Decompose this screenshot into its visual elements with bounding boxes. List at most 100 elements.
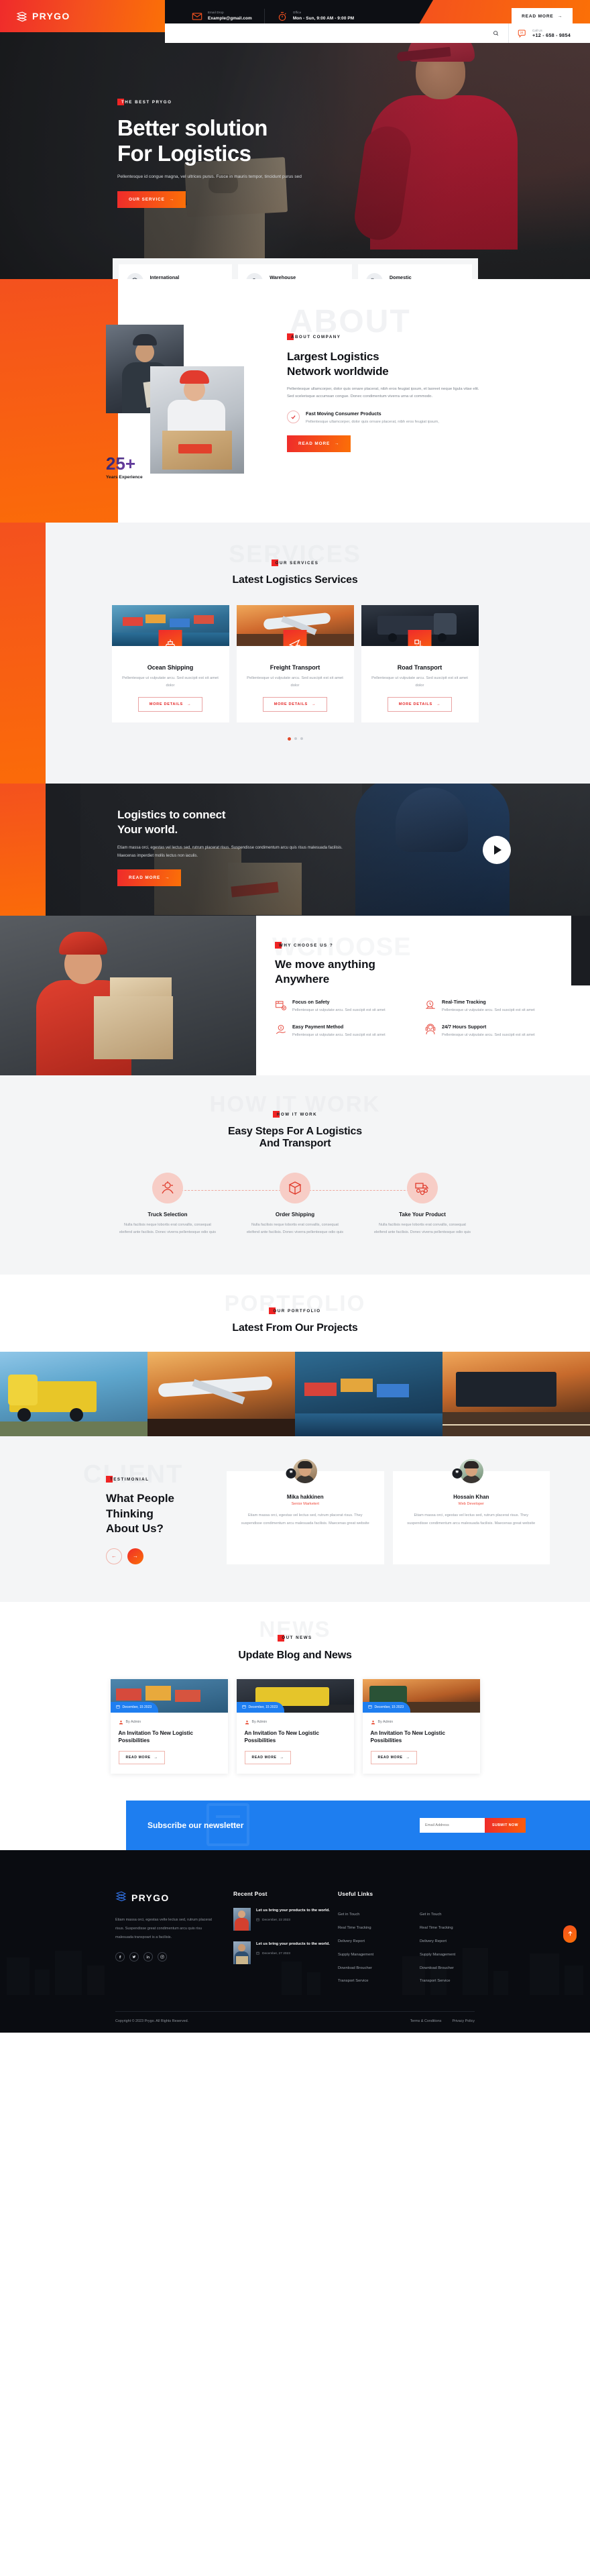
about-feature: Fast Moving Consumer Products Pellentesq… bbox=[287, 411, 550, 426]
footer-post-date: December, 22 2023 bbox=[256, 1918, 330, 1923]
portfolio-item-cargo-plane[interactable] bbox=[148, 1352, 295, 1437]
footer-link[interactable]: Transport Service bbox=[420, 1975, 501, 1988]
newsletter-email-input[interactable] bbox=[419, 1818, 485, 1833]
footer-link[interactable]: Real Time Tracking bbox=[338, 1922, 420, 1935]
newsletter-submit-button[interactable]: SUBMIT NOW bbox=[484, 1818, 526, 1833]
carousel-dot[interactable] bbox=[294, 737, 297, 740]
why-title: We move anything Anywhere bbox=[275, 957, 563, 987]
footer-link[interactable]: Delivery Report bbox=[420, 1935, 501, 1949]
blog-section: NEWS OUT NEWS Update Blog and News Decem… bbox=[0, 1601, 590, 1801]
play-button[interactable] bbox=[483, 836, 511, 864]
blog-card[interactable]: December, 15 2023 By Admin An Invitation… bbox=[362, 1678, 480, 1774]
site-logo[interactable]: PRYGO bbox=[0, 0, 165, 32]
hero-title-line-1: Better solution bbox=[117, 115, 268, 140]
service-more-details-button[interactable]: MORE DETAILS → bbox=[137, 697, 203, 712]
support-24-icon: 24 bbox=[518, 28, 528, 39]
testimonial-eyebrow: TESTIMONIAL bbox=[106, 1476, 149, 1483]
service-more-details-button[interactable]: MORE DETAILS → bbox=[387, 697, 453, 712]
service-title: Ocean Shipping bbox=[147, 664, 194, 671]
services-section: SERVICES OUR SERVICES Latest Logistics S… bbox=[0, 523, 590, 784]
why-item-text: Pellentesque ut vulputate arcu. Sed susc… bbox=[292, 1008, 386, 1013]
blog-read-more-button[interactable]: READ MORE → bbox=[370, 1751, 418, 1765]
testimonial-role: Web Developer bbox=[458, 1502, 484, 1507]
footer-post-item[interactable]: Let us bring your products to the world.… bbox=[233, 1908, 338, 1931]
footer-link[interactable]: Supply Management bbox=[338, 1949, 420, 1962]
carousel-dot-active[interactable] bbox=[287, 737, 291, 741]
footer-link[interactable]: Download Broucher bbox=[338, 1962, 420, 1976]
play-icon bbox=[494, 845, 501, 855]
service-card-freight[interactable]: Freight Transport Pellentesque ut vulput… bbox=[236, 605, 354, 722]
hero-our-service-button[interactable]: OUR SERVICE → bbox=[117, 191, 186, 209]
portfolio-item-yellow-truck[interactable] bbox=[0, 1352, 148, 1437]
step-title: Truck Selection bbox=[148, 1212, 188, 1218]
testimonial-title-line-3: About Us? bbox=[106, 1521, 164, 1535]
blog-read-more-button[interactable]: READ MORE → bbox=[244, 1751, 292, 1765]
search-icon[interactable] bbox=[493, 30, 499, 36]
blog-read-more-button[interactable]: READ MORE → bbox=[118, 1751, 166, 1765]
footer-terms-link[interactable]: Terms & Conditions bbox=[410, 2019, 442, 2023]
forklift-icon bbox=[408, 630, 432, 646]
portfolio-item-highway-truck[interactable] bbox=[442, 1352, 590, 1437]
hero-eyebrow: THE BEST PRYGO bbox=[117, 99, 172, 105]
blog-photo-yellow-truck: December, 15 2023 bbox=[236, 1678, 354, 1713]
testimonial-title-line-2: Thinking bbox=[106, 1507, 154, 1520]
arrow-right-icon: → bbox=[169, 197, 175, 203]
service-card-ocean[interactable]: Ocean Shipping Pellentesque ut vulputate… bbox=[111, 605, 229, 722]
arrow-right-icon: → bbox=[311, 702, 316, 706]
service-cta-label: MORE DETAILS bbox=[398, 702, 432, 706]
email-contact[interactable]: Email Drop Example@gmail.com bbox=[180, 11, 264, 22]
how-it-works-section: HOW IT WORK HOW IT WORK Easy Steps For A… bbox=[0, 1075, 590, 1275]
instagram-icon[interactable] bbox=[158, 1952, 167, 1962]
hero-card-domestic[interactable]: Domestic Transportation bbox=[357, 264, 472, 279]
footer-logo[interactable]: PRYGO bbox=[115, 1890, 233, 1905]
testimonial-prev-button[interactable]: ← bbox=[106, 1548, 122, 1564]
linkedin-icon[interactable] bbox=[143, 1952, 153, 1962]
footer-post-item[interactable]: Let us bring your products to the world.… bbox=[233, 1941, 338, 1965]
portfolio-item-container-port[interactable] bbox=[295, 1352, 442, 1437]
service-more-details-button[interactable]: MORE DETAILS → bbox=[262, 697, 328, 712]
hero-card-warehouse[interactable]: Warehouse Logistics bbox=[238, 264, 352, 279]
footer-link[interactable]: Transport Service bbox=[338, 1975, 420, 1988]
footer-recent-heading: Recent Post bbox=[233, 1890, 268, 1898]
hero-content: THE BEST PRYGO Better solution For Logis… bbox=[0, 32, 590, 209]
why-item-support: 24/7 Hours Support Pellentesque ut vulpu… bbox=[424, 1024, 563, 1039]
steps-title-line-2: And Transport bbox=[259, 1138, 331, 1149]
hero-title: Better solution For Logistics bbox=[117, 115, 590, 166]
video-read-more-button[interactable]: READ MORE → bbox=[117, 869, 182, 886]
scroll-to-top-button[interactable] bbox=[563, 1925, 577, 1943]
page-root: PRYGO Email Drop Example@gmail.com Offic… bbox=[0, 0, 590, 2033]
footer-link[interactable]: Get in Touch bbox=[338, 1909, 420, 1922]
footer-link[interactable]: Supply Management bbox=[420, 1949, 501, 1962]
blog-cta-label: READ MORE bbox=[377, 1756, 403, 1760]
carousel-dot[interactable] bbox=[300, 737, 303, 740]
footer-link[interactable]: Download Broucher bbox=[420, 1962, 501, 1976]
blog-author: By Admin bbox=[119, 1720, 220, 1725]
hero-card-international[interactable]: International logistics bbox=[118, 264, 233, 279]
twitter-icon[interactable] bbox=[129, 1952, 139, 1962]
video-content: Logistics to connect Your world. Etiam m… bbox=[0, 784, 590, 886]
service-card-road[interactable]: Road Transport Pellentesque ut vulputate… bbox=[361, 605, 479, 722]
office-value: Mon - Sun, 9:00 AM - 9:00 PM bbox=[292, 15, 355, 21]
quote-icon: ❞ bbox=[286, 1468, 296, 1479]
testimonial-next-button[interactable]: → bbox=[127, 1548, 143, 1564]
services-carousel-dots[interactable] bbox=[0, 737, 590, 741]
blog-card[interactable]: December, 15 2023 By Admin An Invitation… bbox=[236, 1678, 354, 1774]
footer-copyright: Copyright © 2023 Prygo. All Rights Reser… bbox=[115, 2019, 189, 2024]
office-hours[interactable]: Office Mon - Sun, 9:00 AM - 9:00 PM bbox=[265, 11, 366, 22]
about-feature-title: Fast Moving Consumer Products bbox=[306, 411, 381, 417]
footer-logo-text: PRYGO bbox=[131, 1892, 170, 1904]
footer-link[interactable]: Real Time Tracking bbox=[420, 1922, 501, 1935]
facebook-icon[interactable] bbox=[115, 1952, 125, 1962]
call-us-block[interactable]: 24 Call Us +12 - 658 - 9854 bbox=[508, 23, 590, 43]
newsletter-section: Subscribe our newsletter SUBMIT NOW bbox=[126, 1801, 590, 1851]
footer-privacy-link[interactable]: Privacy Policy bbox=[452, 2019, 475, 2023]
about-read-more-button[interactable]: READ MORE → bbox=[287, 435, 351, 453]
footer-link[interactable]: Delivery Report bbox=[338, 1935, 420, 1949]
blog-card[interactable]: December, 15 2023 By Admin An Invitation… bbox=[110, 1678, 228, 1774]
footer-link[interactable]: Get in Touch bbox=[420, 1909, 501, 1922]
hero-service-bar: International logistics Warehouse Logist… bbox=[0, 258, 590, 279]
top-read-more-button[interactable]: READ MORE → bbox=[512, 7, 573, 25]
hero-card-title: Warehouse Logistics bbox=[270, 274, 296, 279]
service-title: Road Transport bbox=[397, 664, 442, 671]
step-truck-selection: Truck Selection Nulla facilisis neque lo… bbox=[104, 1173, 231, 1236]
